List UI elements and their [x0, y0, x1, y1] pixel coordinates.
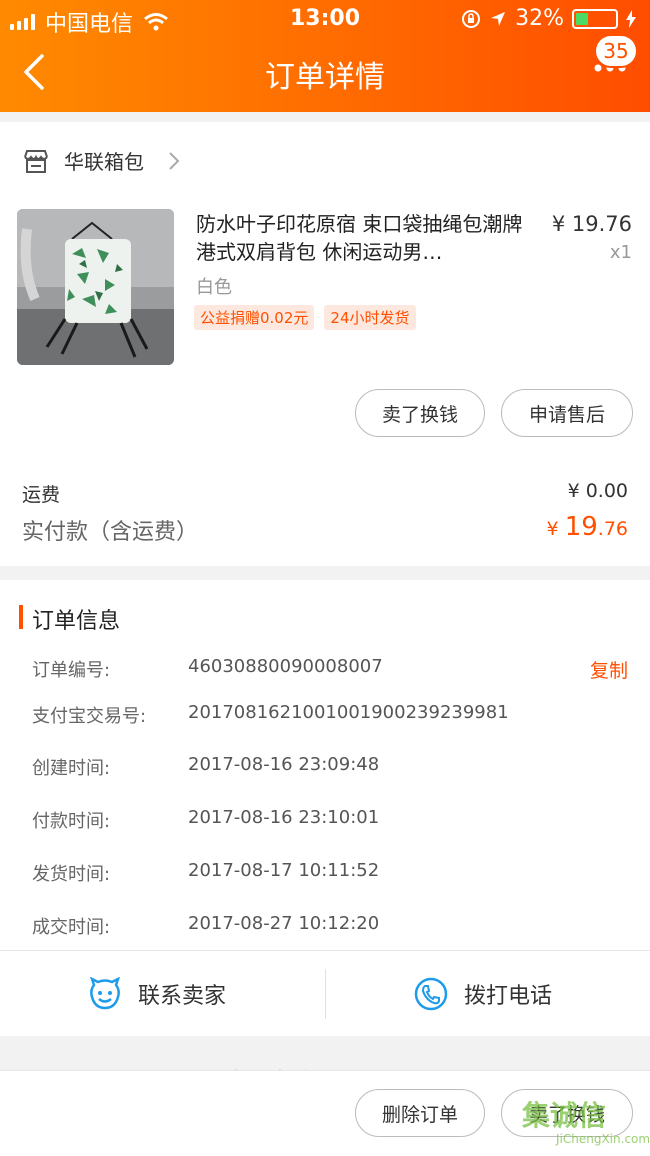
divider [325, 969, 326, 1019]
sell-item-button[interactable]: 卖了换钱 [355, 389, 485, 437]
info-value: 2017-08-27 10:12:20 [188, 913, 380, 934]
battery-icon [572, 8, 618, 29]
info-value: 2017-08-16 23:10:01 [188, 807, 380, 828]
info-key: 发货时间: [32, 864, 111, 885]
info-key: 成交时间: [32, 917, 111, 938]
shop-name: 华联箱包 [64, 150, 144, 174]
info-key: 订单编号: [32, 660, 111, 681]
contact-seller-label: 联系卖家 [138, 984, 227, 1009]
bottom-action-bar: 删除订单 卖了换钱 集诚信 JiChengXin.com [0, 1070, 650, 1156]
tag-shipping: 24小时发货 [324, 305, 416, 330]
shipping-value: ¥ 0.00 [567, 480, 628, 502]
battery-fill [576, 12, 588, 25]
product-title[interactable]: 防水叶子印花原宿 束口袋抽绳包潮牌港式双肩背包 休闲运动男… [196, 210, 528, 266]
contact-seller-button[interactable]: 联系卖家 [88, 951, 226, 1037]
call-phone-button[interactable]: 拨打电话 [414, 951, 552, 1037]
header: 中国电信 13:00 32% 订单详情 35 [0, 0, 650, 112]
paid-label: 实付款（含运费） [22, 520, 199, 545]
order-info-title: 订单信息 [32, 609, 121, 634]
status-right: 32% [461, 6, 636, 31]
location-icon [491, 11, 506, 26]
section-accent-bar [19, 605, 23, 629]
status-bar: 中国电信 13:00 32% [0, 0, 650, 37]
product-sku: 白色 [196, 277, 232, 298]
paid-value: ¥ 19.76 [547, 512, 628, 542]
contact-row: 联系卖家 拨打电话 [0, 950, 650, 1036]
watermark-logo: 集诚信 JiChengXin.com [522, 1094, 650, 1150]
apply-after-sale-button[interactable]: 申请售后 [501, 389, 633, 437]
product-price: ¥ 19.76 [551, 212, 632, 236]
info-value: 2017081621001001900239239981 [188, 702, 509, 723]
battery-percent: 32% [515, 6, 564, 31]
paid-currency: ¥ [546, 518, 559, 540]
info-value: 46030880090008007 [188, 656, 383, 677]
watermark-text: 集诚信 [522, 1099, 607, 1132]
watermark-sub: JiChengXin.com [556, 1132, 650, 1146]
tag-charity: 公益捐赠0.02元 [194, 305, 315, 330]
page-title: 订单详情 [265, 60, 385, 95]
info-value: 2017-08-16 23:09:48 [188, 754, 380, 775]
product-quantity: x1 [609, 242, 632, 263]
phone-icon [414, 977, 448, 1011]
shop-row[interactable]: 华联箱包 [22, 146, 182, 175]
product-image[interactable] [17, 209, 174, 365]
call-phone-label: 拨打电话 [464, 984, 553, 1009]
delete-order-button[interactable]: 删除订单 [355, 1089, 485, 1137]
rotation-lock-icon [462, 9, 481, 28]
paid-integer: 19 [564, 512, 598, 542]
info-key: 创建时间: [32, 758, 111, 779]
charging-icon [626, 9, 636, 28]
info-key: 付款时间: [32, 811, 111, 832]
chevron-right-icon [169, 151, 180, 170]
info-key: 支付宝交易号: [32, 706, 147, 727]
shop-icon [24, 149, 48, 173]
shipping-label: 运费 [22, 484, 61, 506]
paid-decimal: .76 [597, 518, 628, 540]
message-badge: 35 [594, 34, 638, 68]
chat-face-icon [90, 977, 120, 1010]
info-value: 2017-08-17 10:11:52 [188, 860, 380, 881]
copy-button[interactable]: 复制 [590, 656, 628, 683]
product-tags: 公益捐赠0.02元 24小时发货 [194, 305, 416, 330]
